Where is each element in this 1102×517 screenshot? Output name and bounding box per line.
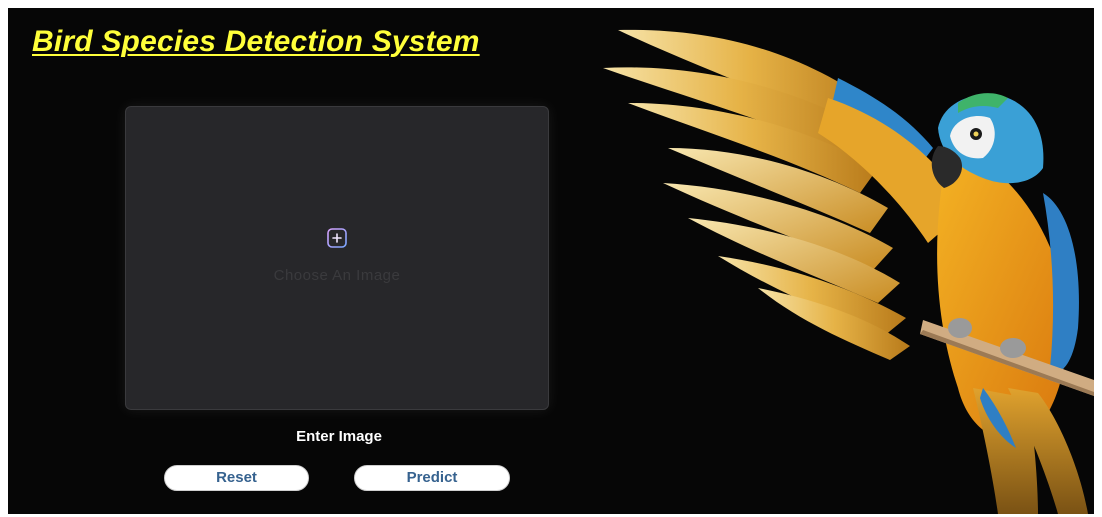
- reset-button[interactable]: Reset: [164, 465, 309, 491]
- add-image-icon: [327, 228, 347, 248]
- app-window: Bird Species Detection System Choose An …: [8, 8, 1094, 514]
- dropzone-placeholder: Choose An Image: [273, 267, 401, 284]
- enter-image-label: Enter Image: [296, 428, 382, 445]
- parrot-image: [603, 29, 1094, 514]
- predict-button[interactable]: Predict: [354, 465, 510, 491]
- page-title: Bird Species Detection System: [32, 25, 480, 58]
- image-upload-dropzone[interactable]: Choose An Image: [125, 106, 549, 410]
